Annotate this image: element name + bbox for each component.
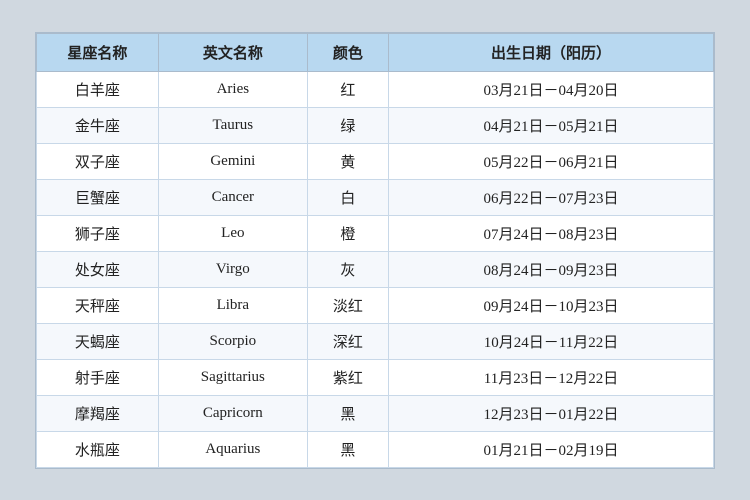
cell-chinese: 白羊座: [37, 71, 159, 107]
cell-date: 11月23日－12月22日: [389, 359, 714, 395]
table-row: 白羊座Aries红03月21日－04月20日: [37, 71, 714, 107]
cell-chinese: 摩羯座: [37, 395, 159, 431]
table-row: 巨蟹座Cancer白06月22日－07月23日: [37, 179, 714, 215]
table-row: 射手座Sagittarius紫红11月23日－12月22日: [37, 359, 714, 395]
cell-english: Sagittarius: [158, 359, 307, 395]
zodiac-table: 星座名称 英文名称 颜色 出生日期（阳历） 白羊座Aries红03月21日－04…: [36, 33, 714, 468]
header-chinese: 星座名称: [37, 33, 159, 71]
table-body: 白羊座Aries红03月21日－04月20日金牛座Taurus绿04月21日－0…: [37, 71, 714, 467]
cell-color: 黄: [307, 143, 388, 179]
header-english: 英文名称: [158, 33, 307, 71]
cell-chinese: 射手座: [37, 359, 159, 395]
cell-color: 红: [307, 71, 388, 107]
table-row: 水瓶座Aquarius黑01月21日－02月19日: [37, 431, 714, 467]
cell-chinese: 金牛座: [37, 107, 159, 143]
cell-english: Cancer: [158, 179, 307, 215]
table-row: 双子座Gemini黄05月22日－06月21日: [37, 143, 714, 179]
table-header-row: 星座名称 英文名称 颜色 出生日期（阳历）: [37, 33, 714, 71]
cell-date: 04月21日－05月21日: [389, 107, 714, 143]
table-row: 处女座Virgo灰08月24日－09月23日: [37, 251, 714, 287]
cell-color: 白: [307, 179, 388, 215]
cell-date: 12月23日－01月22日: [389, 395, 714, 431]
cell-date: 09月24日－10月23日: [389, 287, 714, 323]
cell-english: Taurus: [158, 107, 307, 143]
header-date: 出生日期（阳历）: [389, 33, 714, 71]
cell-date: 06月22日－07月23日: [389, 179, 714, 215]
cell-english: Virgo: [158, 251, 307, 287]
table-row: 天秤座Libra淡红09月24日－10月23日: [37, 287, 714, 323]
cell-color: 深红: [307, 323, 388, 359]
cell-color: 黑: [307, 395, 388, 431]
cell-chinese: 天蝎座: [37, 323, 159, 359]
header-color: 颜色: [307, 33, 388, 71]
zodiac-table-container: 星座名称 英文名称 颜色 出生日期（阳历） 白羊座Aries红03月21日－04…: [35, 32, 715, 469]
cell-chinese: 狮子座: [37, 215, 159, 251]
cell-english: Libra: [158, 287, 307, 323]
cell-color: 橙: [307, 215, 388, 251]
cell-chinese: 处女座: [37, 251, 159, 287]
cell-chinese: 双子座: [37, 143, 159, 179]
table-row: 天蝎座Scorpio深红10月24日－11月22日: [37, 323, 714, 359]
cell-chinese: 水瓶座: [37, 431, 159, 467]
cell-english: Gemini: [158, 143, 307, 179]
cell-color: 紫红: [307, 359, 388, 395]
table-row: 摩羯座Capricorn黑12月23日－01月22日: [37, 395, 714, 431]
cell-date: 05月22日－06月21日: [389, 143, 714, 179]
cell-english: Leo: [158, 215, 307, 251]
table-row: 狮子座Leo橙07月24日－08月23日: [37, 215, 714, 251]
cell-date: 01月21日－02月19日: [389, 431, 714, 467]
cell-chinese: 天秤座: [37, 287, 159, 323]
cell-date: 10月24日－11月22日: [389, 323, 714, 359]
cell-date: 07月24日－08月23日: [389, 215, 714, 251]
cell-date: 08月24日－09月23日: [389, 251, 714, 287]
cell-color: 绿: [307, 107, 388, 143]
cell-color: 淡红: [307, 287, 388, 323]
cell-date: 03月21日－04月20日: [389, 71, 714, 107]
cell-english: Capricorn: [158, 395, 307, 431]
cell-english: Scorpio: [158, 323, 307, 359]
cell-english: Aquarius: [158, 431, 307, 467]
cell-chinese: 巨蟹座: [37, 179, 159, 215]
cell-english: Aries: [158, 71, 307, 107]
cell-color: 黑: [307, 431, 388, 467]
cell-color: 灰: [307, 251, 388, 287]
table-row: 金牛座Taurus绿04月21日－05月21日: [37, 107, 714, 143]
